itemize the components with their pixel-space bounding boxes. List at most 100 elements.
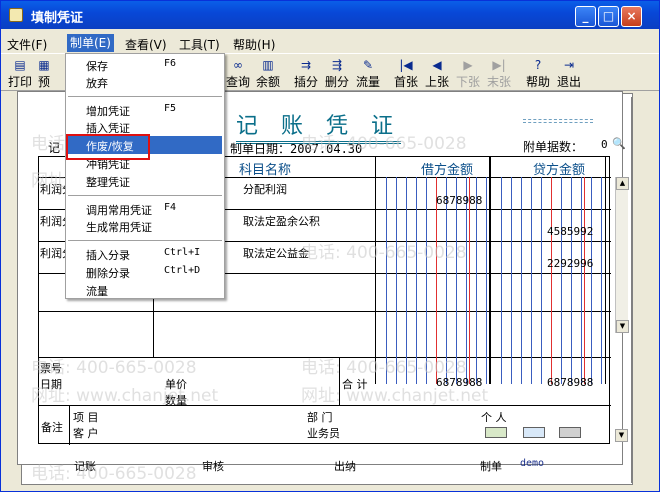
menu-item-label: 插入分录 [86,249,130,262]
scroll-up-arrow[interactable]: ▲ [616,177,629,190]
card-icon[interactable] [485,427,507,438]
delete-entry-button[interactable]: ⇶ 删分 [322,57,352,91]
menu-item-delete-entry[interactable]: 删除分录 Ctrl+D [86,265,200,281]
attachment-count[interactable]: 0 [601,138,608,151]
title-bar: 填制凭证 _ □ × [1,1,659,29]
row2-credit[interactable]: 4585992 [547,225,593,238]
menu-item-label: 调用常用凭证 [86,204,152,217]
voucher-window: 填制凭证 _ □ × 文件(F) 制单(E) 查看(V) 工具(T) 帮助(H)… [0,0,660,492]
menu-item-label: 保存 [86,60,108,73]
department-label: 部 门 [307,411,333,424]
credit-digit-grid [492,177,604,384]
grid-line [489,157,491,384]
watermark-phone: 电话: 400-665-0028 [301,243,467,263]
attachment-label: 附单据数： [523,140,584,154]
help-icon: ? [534,58,542,72]
menu-item-shortcut: F6 [164,58,177,69]
menu-item-organize-voucher[interactable]: 整理凭证 [86,174,130,190]
first-voucher-button[interactable]: |◀ 首张 [391,57,421,91]
vertical-scrollbar[interactable]: ▲ ▼ [615,177,629,333]
customer-label: 客 户 [73,427,99,440]
credit-cent-line [584,177,585,384]
printer-icon: ▤ [14,58,26,72]
screen-icon[interactable] [523,427,545,438]
watermark-phone: 电话: 400-665-0028 [301,358,467,378]
maker-label: 制单 [480,460,502,473]
subject-header: 科目名称 [239,163,292,178]
maximize-button[interactable]: □ [598,6,619,27]
highlight-red-box [66,134,150,160]
row1-subject[interactable]: 分配利润 [243,181,287,197]
menu-file[interactable]: 文件(F) [7,36,47,53]
scroll-down-arrow[interactable]: ▼ [616,320,629,333]
menu-item-label: 删除分录 [86,267,130,280]
preview-icon: ▦ [38,58,50,72]
app-icon [9,8,23,22]
tool-icon[interactable] [559,427,581,438]
menu-separator [68,240,222,241]
menu-item-label: 增加凭证 [86,105,130,118]
window-title: 填制凭证 [31,11,84,26]
voucher-no-field[interactable] [523,102,593,120]
menu-item-label: 整理凭证 [86,176,130,189]
watermark-phone: 电话: 400-665-0028 [31,358,197,378]
scroll-down-arrow-2[interactable]: ▼ [615,429,628,442]
debit-header: 借方金额 [421,163,474,178]
first-icon: |◀ [399,58,413,72]
menu-item-create-common-voucher[interactable]: 生成常用凭证 [86,219,152,235]
watermark-site: 网址: www.chanjet.net [301,386,489,406]
menu-item-label: 流量 [86,285,108,298]
menu-item-shortcut: F4 [164,202,177,213]
menu-item-discard[interactable]: 放弃 [86,75,108,91]
row2-subject[interactable]: 取法定盈余公积 [243,213,320,229]
menu-separator [68,195,222,196]
flow-icon: ✎ [362,58,374,72]
voucher-menu-dropdown: 保存 F6 放弃 增加凭证 F5 插入凭证 作废/恢复 冲销凭证 整理凭证 调用常用… [65,53,225,299]
last-icon: ▶| [492,58,506,72]
menu-item-label: 生成常用凭证 [86,221,152,234]
grid-line [69,405,70,445]
row3-credit[interactable]: 2292996 [547,257,593,270]
watermark-phone: 电话: 400-665-0028 [31,464,197,484]
menu-help[interactable]: 帮助(H) [233,36,275,53]
watermark-phone: 电话: 400-665-0028 [301,134,467,154]
exit-icon: ⇥ [563,58,575,72]
last-voucher-button[interactable]: ▶| 末张 [484,57,514,91]
total-credit: 6878988 [547,376,594,389]
grid-line [375,157,376,384]
delete-row-icon: ⇶ [331,58,343,72]
minimize-button[interactable]: _ [575,6,596,27]
balance-button[interactable]: ▥ 余额 [253,57,283,91]
menu-item-save[interactable]: 保存 F6 [86,58,176,74]
menu-item-insert-entry[interactable]: 插入分录 Ctrl+I [86,247,200,263]
person-label: 个 人 [481,411,507,424]
chart-icon: ▥ [262,58,274,72]
menu-item-shortcut: Ctrl+I [164,247,201,258]
flow-button[interactable]: ✎ 流量 [353,57,383,91]
menu-voucher[interactable]: 制单(E) [67,34,114,52]
menu-item-use-common-voucher[interactable]: 调用常用凭证 F4 [86,202,176,218]
preview-button[interactable]: ▦ 预 [35,57,53,91]
prev-voucher-button[interactable]: ◀ 上张 [422,57,452,91]
menu-item-shortcut: Ctrl+D [164,265,201,276]
remark-label: 备注 [41,421,63,434]
project-label: 项 目 [73,411,99,424]
menu-item-add-voucher[interactable]: 增加凭证 F5 [86,103,176,119]
menu-tools[interactable]: 工具(T) [179,36,220,53]
magnifier-icon[interactable]: 🔍 [612,137,626,150]
query-button[interactable]: ∞ 查询 [223,57,253,91]
debit-cent-line [469,177,470,384]
insert-entry-button[interactable]: ⇉ 插分 [291,57,321,91]
menu-item-label: 放弃 [86,77,108,90]
grid-line [605,157,606,384]
print-button[interactable]: ▤ 打印 [5,57,35,91]
help-button[interactable]: ? 帮助 [523,57,553,91]
next-voucher-button[interactable]: ▶ 下张 [453,57,483,91]
menu-view[interactable]: 查看(V) [125,36,167,53]
menu-item-flow[interactable]: 流量 [86,283,108,299]
close-button[interactable]: × [621,6,642,27]
watermark-site: 网址: www.chanjet.net [31,386,219,406]
row1-debit[interactable]: 6878988 [436,194,482,207]
exit-button[interactable]: ⇥ 退出 [554,57,584,91]
row3-subject[interactable]: 取法定公益金 [243,245,309,261]
